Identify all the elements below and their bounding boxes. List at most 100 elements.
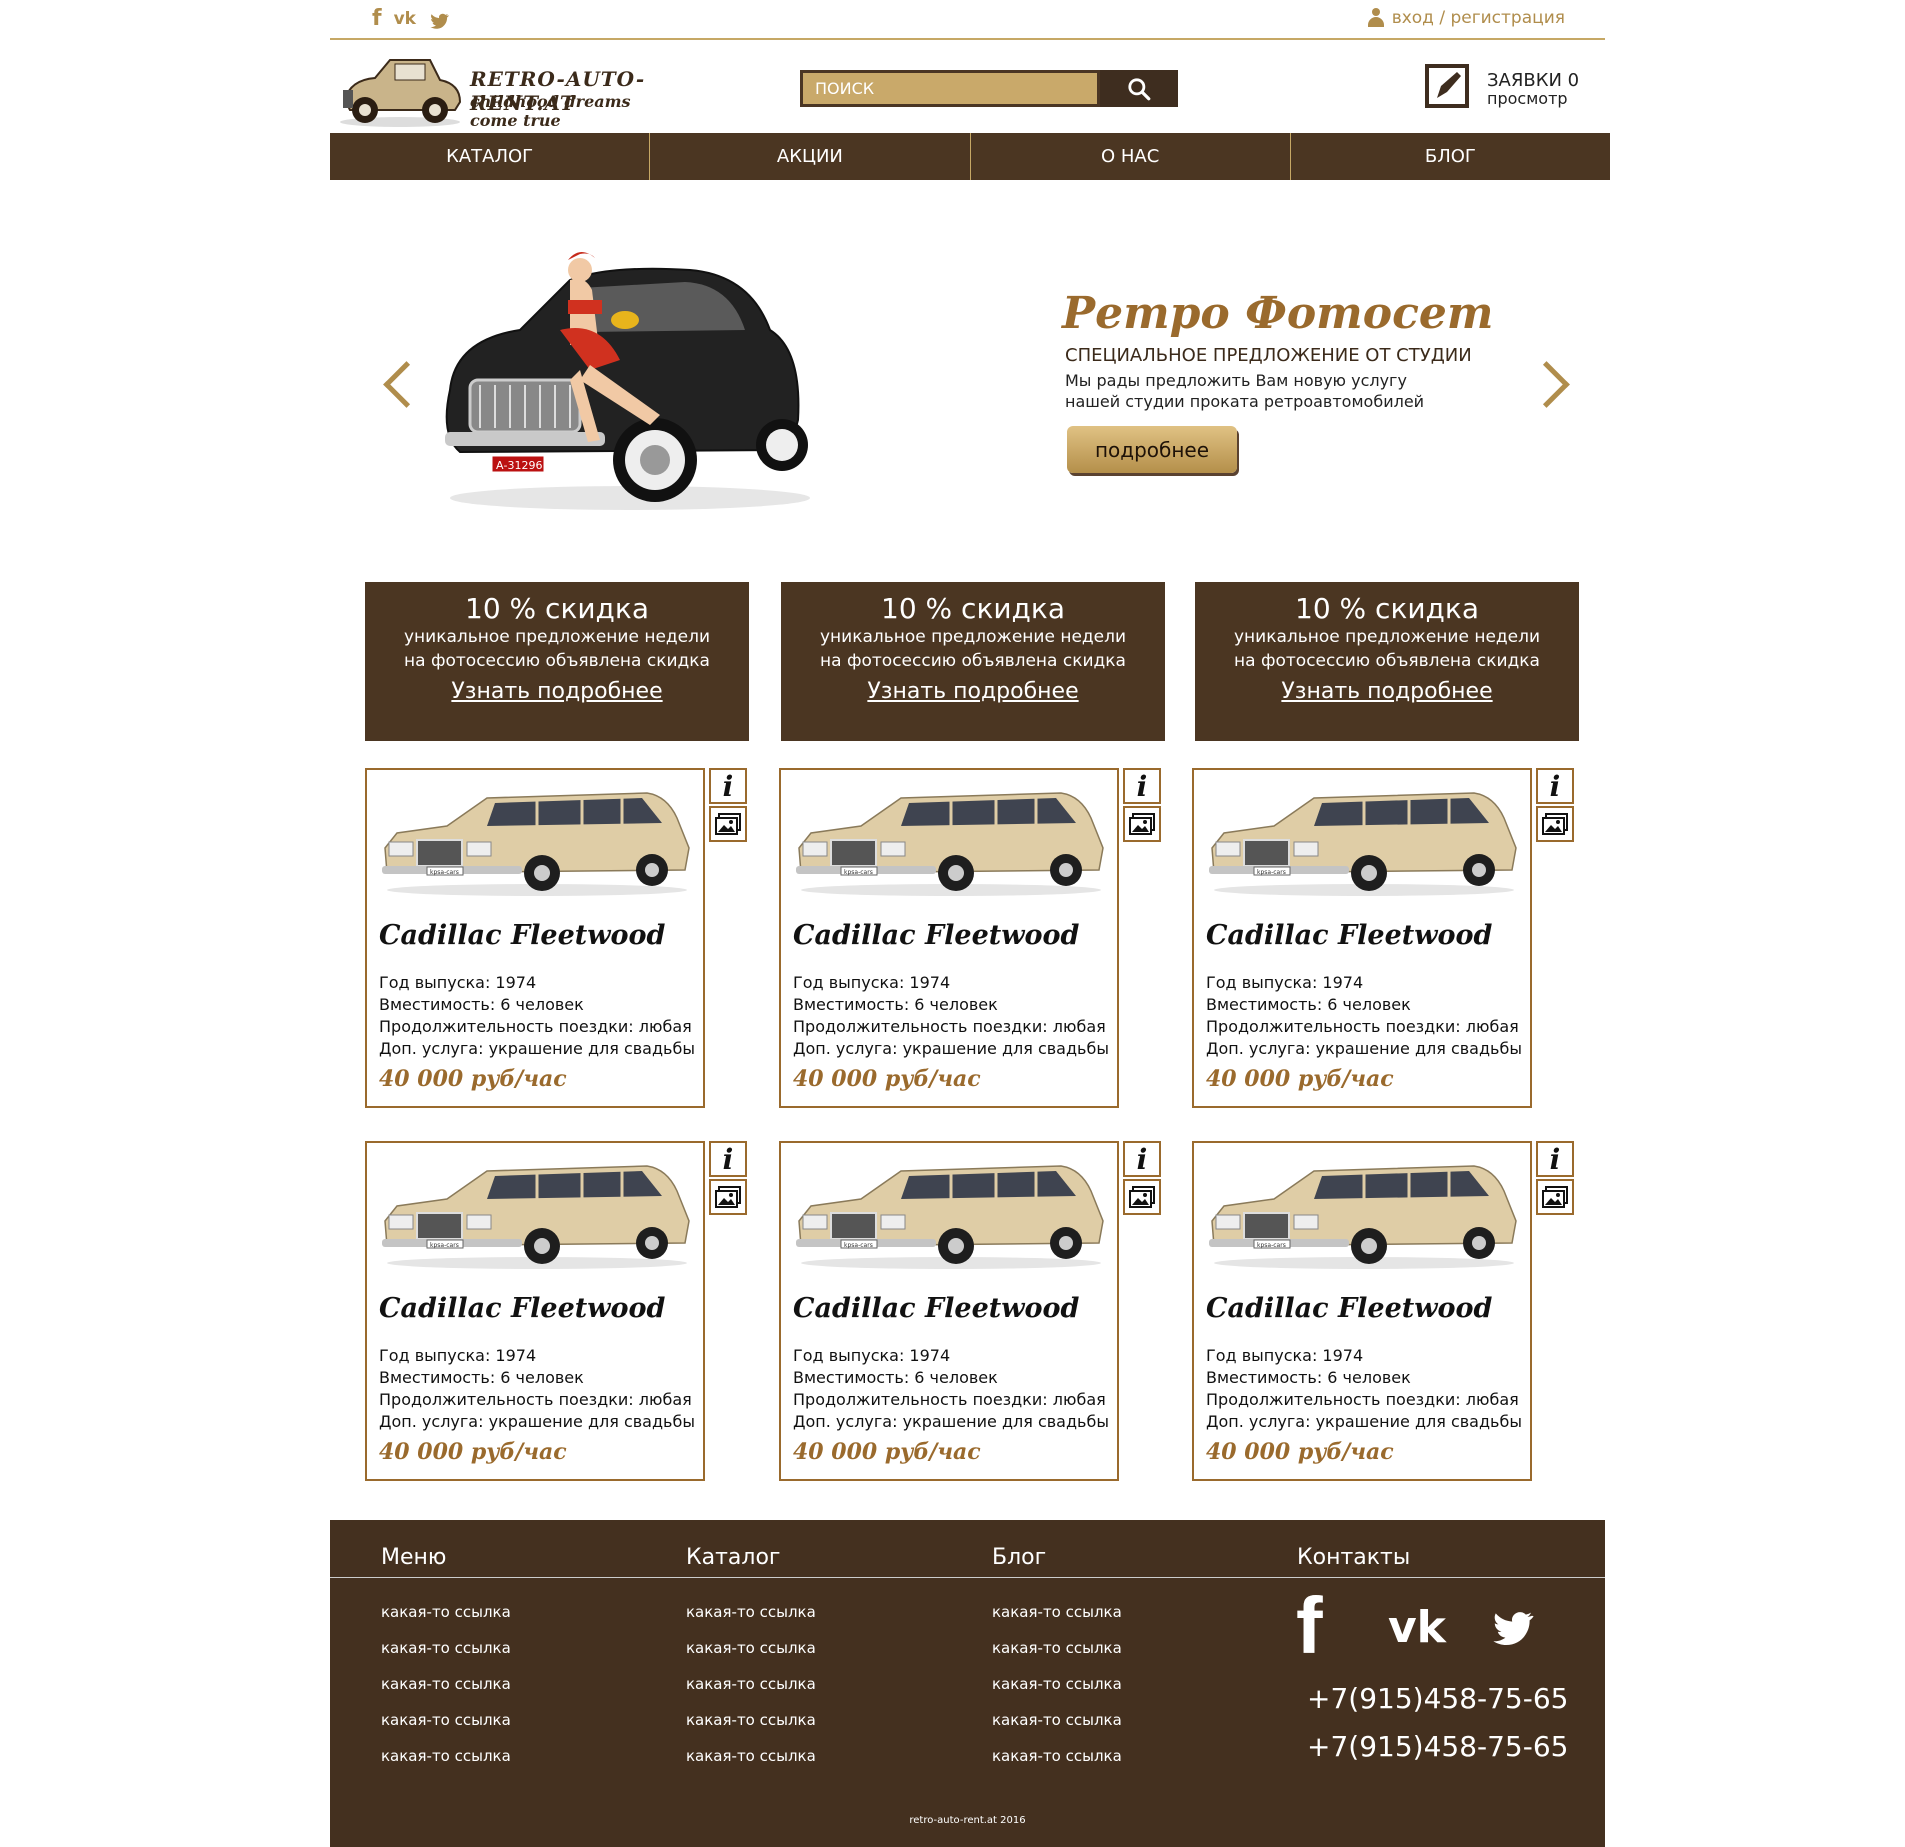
- footer-twitter-icon[interactable]: [1485, 1604, 1539, 1652]
- promo-line: на фотосессию объявлена скидка: [820, 651, 1126, 671]
- car-duration: Продолжительность поездки: любая: [1206, 1390, 1519, 1409]
- info-button[interactable]: i: [1123, 1141, 1161, 1177]
- footer-link[interactable]: какая-то ссылка: [686, 1639, 816, 1657]
- footer-link[interactable]: какая-то ссылка: [381, 1639, 511, 1657]
- gallery-button[interactable]: [1123, 806, 1161, 842]
- footer-facebook-icon[interactable]: f: [1296, 1580, 1323, 1672]
- nav-item-promotions[interactable]: АКЦИИ: [650, 133, 971, 180]
- footer-link[interactable]: какая-то ссылка: [992, 1747, 1122, 1765]
- car-specs: Год выпуска: 1974 Вместимость: 6 человек П…: [793, 972, 1109, 1060]
- info-button[interactable]: i: [1536, 768, 1574, 804]
- search-icon: [1128, 77, 1151, 100]
- car-duration: Продолжительность поездки: любая: [793, 1017, 1106, 1036]
- car-price: 40 000 руб/час: [793, 1066, 981, 1092]
- car-extra: Доп. услуга: украшение для свадьбы: [793, 1039, 1109, 1058]
- info-button[interactable]: i: [709, 1141, 747, 1177]
- gallery-button[interactable]: [1123, 1179, 1161, 1215]
- card-plate-text: kpsa-cars: [1257, 1242, 1286, 1249]
- footer-vk-icon[interactable]: vk: [1388, 1602, 1446, 1653]
- car-name[interactable]: Cadillac Fleetwood: [793, 920, 1079, 951]
- footer-link[interactable]: какая-то ссылка: [381, 1675, 511, 1693]
- car-capacity: Вместимость: 6 человек: [1206, 995, 1411, 1014]
- footer-phone[interactable]: +7(915)458-75-65: [1307, 1682, 1568, 1715]
- car-name[interactable]: Cadillac Fleetwood: [1206, 1293, 1492, 1324]
- car-card-actions: i: [709, 768, 747, 844]
- nav-item-catalog[interactable]: КАТАЛОГ: [330, 133, 651, 180]
- gallery-button[interactable]: [709, 806, 747, 842]
- car-year: Год выпуска: 1974: [1206, 1346, 1364, 1365]
- footer-link[interactable]: какая-то ссылка: [381, 1603, 511, 1621]
- footer-link[interactable]: какая-то ссылка: [992, 1711, 1122, 1729]
- info-button[interactable]: i: [1123, 768, 1161, 804]
- car-price: 40 000 руб/час: [379, 1439, 567, 1465]
- car-year: Год выпуска: 1974: [793, 1346, 951, 1365]
- gallery-button[interactable]: [1536, 1179, 1574, 1215]
- car-card-actions: i: [1123, 768, 1161, 844]
- footer-link[interactable]: какая-то ссылка: [992, 1603, 1122, 1621]
- login-link[interactable]: вход / регистрация: [1367, 8, 1565, 28]
- car-card[interactable]: kpsa-cars Cadillac Fleetwood Год выпуска: …: [779, 1141, 1119, 1481]
- hero-more-button[interactable]: подробнее: [1067, 426, 1237, 473]
- info-button[interactable]: i: [709, 768, 747, 804]
- car-name[interactable]: Cadillac Fleetwood: [379, 920, 665, 951]
- logo-car-image: [340, 59, 462, 127]
- car-card[interactable]: kpsa-cars Cadillac Fleetwood Год выпуска: …: [365, 768, 705, 1108]
- car-year: Год выпуска: 1974: [793, 973, 951, 992]
- car-specs: Год выпуска: 1974 Вместимость: 6 человек П…: [793, 1345, 1109, 1433]
- promo-line: уникальное предложение недели: [403, 627, 711, 647]
- car-name[interactable]: Cadillac Fleetwood: [793, 1293, 1079, 1324]
- car-image: kpsa-cars: [796, 1165, 1104, 1269]
- car-name[interactable]: Cadillac Fleetwood: [1206, 920, 1492, 951]
- nav-item-blog[interactable]: БЛОГ: [1291, 133, 1610, 180]
- car-specs: Год выпуска: 1974 Вместимость: 6 человек П…: [1206, 1345, 1522, 1433]
- hero-subtitle: СПЕЦИАЛЬНОЕ ПРЕДЛОЖЕНИЕ ОТ СТУДИИ: [1065, 345, 1472, 366]
- hero-plate-text: А-31296: [496, 459, 543, 472]
- car-card[interactable]: kpsa-cars Cadillac Fleetwood Год выпуска: …: [779, 768, 1119, 1108]
- car-price: 40 000 руб/час: [379, 1066, 567, 1092]
- footer-phone[interactable]: +7(915)458-75-65: [1307, 1730, 1568, 1763]
- slider-next-arrow[interactable]: [1523, 361, 1570, 408]
- promo-card: 10 % скидка уникальное предложение недел…: [781, 582, 1165, 741]
- footer-menu-title: Меню: [381, 1545, 447, 1570]
- car-capacity: Вместимость: 6 человек: [793, 995, 998, 1014]
- search-input[interactable]: [800, 70, 1100, 107]
- car-card[interactable]: kpsa-cars Cadillac Fleetwood Год выпуска: …: [1192, 768, 1532, 1108]
- gallery-icon: [1542, 813, 1568, 835]
- main-nav: КАТАЛОГ АКЦИИ О НАС БЛОГ: [330, 133, 1610, 180]
- car-price: 40 000 руб/час: [1206, 1066, 1394, 1092]
- search-button[interactable]: [1100, 70, 1178, 107]
- car-card[interactable]: kpsa-cars Cadillac Fleetwood Год выпуска: …: [1192, 1141, 1532, 1481]
- requests-widget[interactable]: ЗАЯВКИ 0 просмотр: [1425, 64, 1615, 114]
- promo-more-link[interactable]: Узнать подробнее: [1281, 679, 1492, 704]
- info-icon: i: [1136, 769, 1148, 803]
- footer-link[interactable]: какая-то ссылка: [686, 1747, 816, 1765]
- gallery-icon: [715, 813, 741, 835]
- gallery-button[interactable]: [1536, 806, 1574, 842]
- car-image: kpsa-cars: [1209, 792, 1517, 896]
- promo-more-link[interactable]: Узнать подробнее: [451, 679, 662, 704]
- footer-link[interactable]: какая-то ссылка: [992, 1675, 1122, 1693]
- footer-link[interactable]: какая-то ссылка: [686, 1603, 816, 1621]
- twitter-icon[interactable]: [428, 10, 450, 32]
- info-icon: i: [1136, 1142, 1148, 1176]
- info-button[interactable]: i: [1536, 1141, 1574, 1177]
- footer-link[interactable]: какая-то ссылка: [992, 1639, 1122, 1657]
- footer-link[interactable]: какая-то ссылка: [381, 1711, 511, 1729]
- login-label: вход / регистрация: [1391, 8, 1565, 28]
- promo-line: уникальное предложение недели: [1233, 627, 1541, 647]
- car-name[interactable]: Cadillac Fleetwood: [379, 1293, 665, 1324]
- footer-link[interactable]: какая-то ссылка: [686, 1711, 816, 1729]
- car-card[interactable]: kpsa-cars Cadillac Fleetwood Год выпуска: …: [365, 1141, 705, 1481]
- facebook-icon[interactable]: f: [372, 4, 382, 34]
- car-capacity: Вместимость: 6 человек: [379, 995, 584, 1014]
- vk-icon[interactable]: vk: [394, 4, 416, 34]
- info-icon: i: [722, 769, 734, 803]
- promo-more-link[interactable]: Узнать подробнее: [867, 679, 1078, 704]
- card-plate-text: kpsa-cars: [430, 1242, 459, 1249]
- logo[interactable]: RETRO-AUTO-RENT.AT childhood dreams come…: [335, 45, 675, 135]
- footer-link[interactable]: какая-то ссылка: [686, 1675, 816, 1693]
- slider-prev-arrow[interactable]: [383, 361, 430, 408]
- footer-link[interactable]: какая-то ссылка: [381, 1747, 511, 1765]
- gallery-button[interactable]: [709, 1179, 747, 1215]
- nav-item-about[interactable]: О НАС: [971, 133, 1291, 180]
